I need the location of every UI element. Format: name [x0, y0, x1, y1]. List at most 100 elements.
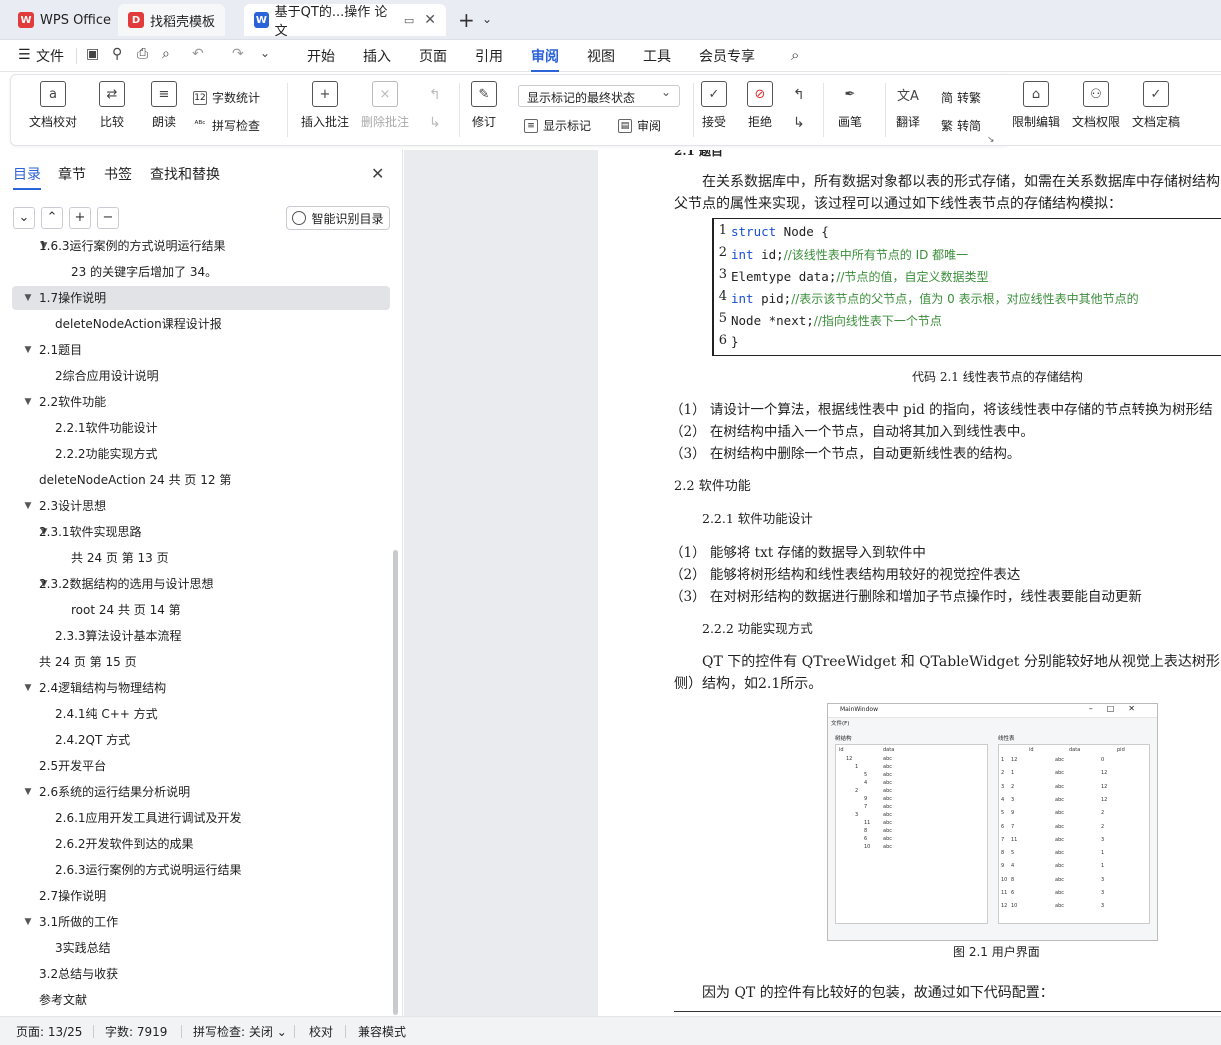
toc-item[interactable]: ▼ 2.3.2数据结构的选用与设计思想	[0, 572, 392, 596]
toc-item[interactable]: 2.6.3运行案例的方式说明运行结果	[0, 858, 392, 882]
close-tab-icon[interactable]: ✕	[424, 12, 436, 28]
close-icon[interactable]: ✕	[371, 164, 384, 183]
remove-heading-icon[interactable]: −	[97, 207, 119, 229]
toc-item[interactable]: 共 24 页 第 15 页	[0, 650, 392, 674]
to-simplified-button[interactable]: 繁转简	[941, 117, 981, 134]
menu-page[interactable]: 页面	[419, 46, 447, 66]
more-chevron-icon[interactable]: ⌄	[260, 46, 270, 60]
toc-item[interactable]: 参考文献	[0, 988, 392, 1012]
toc-item[interactable]: root 24 共 页 14 第	[0, 598, 392, 622]
word-count-button[interactable]: 12 字数统计	[193, 89, 260, 106]
expand-arrow-icon[interactable]: ▼	[22, 676, 34, 700]
next-change-icon[interactable]: ↳	[793, 115, 805, 131]
menu-review[interactable]: 审阅	[531, 46, 559, 72]
toc-item[interactable]: 2.4.2QT 方式	[0, 728, 392, 752]
spell-check-status[interactable]: 拼写检查: 关闭 ⌄	[193, 1023, 287, 1040]
save-icon[interactable]: ▣	[86, 46, 99, 62]
toc-item[interactable]: 2.7操作说明	[0, 884, 392, 908]
restrict-edit-button[interactable]: ⌂ 限制编辑	[1012, 81, 1060, 130]
print-preview-icon[interactable]: ⌕	[162, 46, 170, 62]
toc-item[interactable]: 2.2.2功能实现方式	[0, 442, 392, 466]
read-aloud-button[interactable]: ≡ 朗读	[151, 81, 177, 130]
page-indicator[interactable]: 页面: 13/25	[16, 1023, 82, 1040]
toc-item[interactable]: 2.6.1应用开发工具进行调试及开发	[0, 806, 392, 830]
menu-member[interactable]: 会员专享	[699, 46, 755, 66]
toc-item[interactable]: 3.2总结与收获	[0, 962, 392, 986]
tab-find-replace[interactable]: 查找和替换	[150, 164, 220, 184]
toc-item[interactable]: ▼ 3.1所做的工作	[0, 910, 392, 934]
delete-comment-button[interactable]: × 删除批注	[361, 81, 409, 130]
next-comment-icon[interactable]: ↳	[429, 115, 441, 131]
compare-button[interactable]: ⇄ 比较	[99, 81, 125, 130]
doc-permission-button[interactable]: ⚇ 文档权限	[1072, 81, 1120, 130]
toc-item[interactable]: deleteNodeAction 24 共 页 12 第	[0, 468, 392, 492]
previous-change-icon[interactable]: ↰	[793, 87, 805, 103]
add-heading-icon[interactable]: +	[69, 207, 91, 229]
toc-item[interactable]: ▼ 2.6系统的运行结果分析说明	[0, 780, 392, 804]
proof-status[interactable]: 校对	[309, 1023, 333, 1040]
toc-item[interactable]: ▼ 2.3设计思想	[0, 494, 392, 518]
spell-check-button[interactable]: ᴬᴮᶜ 拼写检查	[193, 117, 260, 134]
toc-item[interactable]: ▼ 2.1题目	[0, 338, 392, 362]
window-icon[interactable]: ▭	[404, 14, 414, 27]
toc-item[interactable]: 3实践总结	[0, 936, 392, 960]
toc-item[interactable]: 2.6.2开发软件到达的成果	[0, 832, 392, 856]
word-count-status[interactable]: 字数: 7919	[105, 1023, 167, 1040]
markup-state-select[interactable]: 显示标记的最终状态	[518, 85, 680, 107]
insert-comment-button[interactable]: + 插入批注	[301, 81, 349, 130]
reject-button[interactable]: ⊘ 拒绝	[747, 81, 773, 130]
search-icon[interactable]: ⌕	[791, 46, 799, 64]
toc-item[interactable]: 23 的关键字后增加了 34。	[0, 260, 392, 284]
expand-corner-icon[interactable]: ↘	[987, 135, 995, 145]
chevron-down-icon[interactable]: ⌄	[482, 12, 492, 26]
smart-toc-button[interactable]: 智能识别目录	[286, 206, 390, 230]
previous-comment-icon[interactable]: ↰	[429, 87, 441, 103]
toc-item[interactable]: 2.3.3算法设计基本流程	[0, 624, 392, 648]
pen-button[interactable]: ✒ 画笔	[837, 81, 863, 130]
toc-item[interactable]: 2综合应用设计说明	[0, 364, 392, 388]
show-markup-button[interactable]: ≡ 显示标记	[524, 117, 591, 134]
undo-icon[interactable]: ↶	[192, 46, 204, 62]
toc-item[interactable]: 2.4.1纯 C++ 方式	[0, 702, 392, 726]
translate-button[interactable]: 文A 翻译	[895, 81, 921, 130]
doc-check-button[interactable]: a 文档校对	[29, 81, 77, 130]
tab-toc[interactable]: 目录	[13, 164, 41, 190]
tab-chapters[interactable]: 章节	[58, 164, 86, 184]
tab-document[interactable]: W 基于QT的...操作 论文 ▭ ✕	[244, 4, 446, 39]
toc-item[interactable]: 共 24 页 第 13 页	[0, 546, 392, 570]
toc-item[interactable]: 2.2.1软件功能设计	[0, 416, 392, 440]
redo-icon[interactable]: ↷	[232, 46, 244, 62]
toc-item[interactable]: ▼ 1.7操作说明	[12, 286, 390, 310]
tab-docer-templates[interactable]: D 找稻壳模板	[118, 4, 226, 36]
toc-item[interactable]: ▼ 2.2软件功能	[0, 390, 392, 414]
review-pane-button[interactable]: ▤ 审阅	[618, 117, 661, 134]
sidebar-scrollbar[interactable]	[393, 550, 398, 1015]
tab-bookmarks[interactable]: 书签	[104, 164, 132, 184]
accept-button[interactable]: ✓ 接受	[701, 81, 727, 130]
menu-view[interactable]: 视图	[587, 46, 615, 66]
expand-arrow-icon[interactable]: ▼	[22, 390, 34, 414]
toc-item[interactable]: ▼ 2.3.1软件实现思路	[0, 520, 392, 544]
menu-tools[interactable]: 工具	[643, 46, 671, 66]
hamburger-icon[interactable]: ☰	[18, 47, 31, 63]
tab-wps-office[interactable]: W WPS Office	[8, 4, 121, 36]
menu-start[interactable]: 开始	[307, 46, 335, 66]
menu-reference[interactable]: 引用	[475, 46, 503, 66]
collapse-icon[interactable]: ⌄	[13, 207, 35, 229]
expand-icon[interactable]: ⌃	[41, 207, 63, 229]
menu-insert[interactable]: 插入	[363, 46, 391, 66]
doc-finalize-button[interactable]: ✓ 文档定稿	[1132, 81, 1180, 130]
expand-arrow-icon[interactable]: ▼	[22, 338, 34, 362]
revise-button[interactable]: ✎ 修订	[471, 81, 497, 130]
new-tab-icon[interactable]: +	[458, 8, 475, 32]
to-traditional-button[interactable]: 简转繁	[941, 89, 981, 106]
share-icon[interactable]: ⚲	[112, 46, 122, 62]
print-icon[interactable]: ⎙	[137, 46, 148, 62]
toc-item[interactable]: 2.5开发平台	[0, 754, 392, 778]
expand-arrow-icon[interactable]: ▼	[22, 910, 34, 934]
toc-item[interactable]: deleteNodeAction课程设计报	[0, 312, 392, 336]
expand-arrow-icon[interactable]: ▼	[22, 780, 34, 804]
expand-arrow-icon[interactable]: ▼	[22, 494, 34, 518]
expand-arrow-icon[interactable]: ▼	[22, 286, 34, 310]
menu-file[interactable]: 文件	[36, 46, 64, 66]
